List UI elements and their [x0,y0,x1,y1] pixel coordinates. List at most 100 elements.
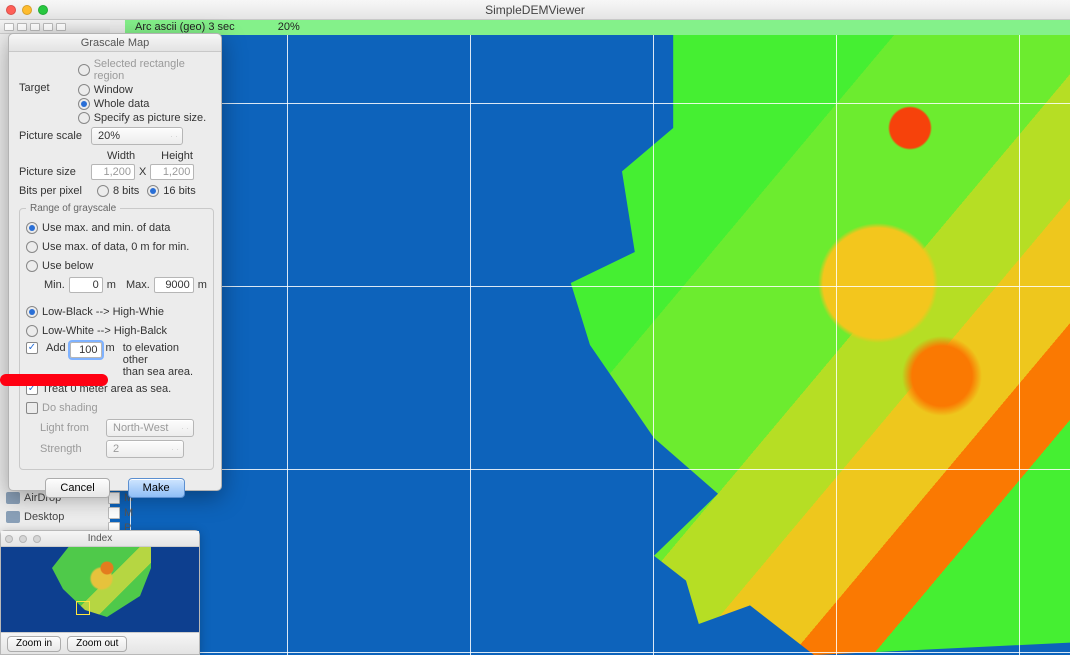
radio-icon[interactable] [147,185,159,197]
option-label: Low-Black --> High-Whie [42,306,164,318]
bpp-label: Bits per pixel [19,185,97,197]
picture-size-label: Picture size [19,166,91,178]
index-map[interactable] [1,547,199,633]
option-label: Selected rectangle region [94,58,211,82]
file-icon [108,507,120,519]
index-window: Index Zoom in Zoom out [0,530,200,655]
toolbar-button[interactable] [30,23,40,31]
range-option-max0[interactable]: Use max. of data, 0 m for min. [26,239,207,255]
add-checkbox[interactable] [26,342,38,354]
grayscale-map-dialog: Grascale Map Target Selected rectangle r… [8,33,222,491]
min-label: Min. [44,279,65,291]
toolbar-button[interactable] [4,23,14,31]
index-footer: Zoom in Zoom out [1,632,199,654]
grid-line [110,652,1070,653]
do-shading-row[interactable]: Do shading [26,400,207,416]
unit-m: m [198,279,207,291]
toolbar-button[interactable] [17,23,27,31]
range-option-maxmin[interactable]: Use max. and min. of data [26,220,207,236]
window-title: SimpleDEMViewer [0,3,1070,17]
height-header: Height [161,150,193,162]
range-legend: Range of grayscale [26,203,120,214]
grid-line [110,286,1070,287]
strength-select[interactable]: 2 [106,440,184,458]
target-option-whole[interactable]: Whole data [78,98,211,110]
zoom-percent-label: 20% [278,21,300,33]
zoom-out-button[interactable]: Zoom out [67,636,127,652]
radio-icon[interactable] [78,112,90,124]
add-value-input[interactable]: 100 [70,342,102,358]
option-label: Low-White --> High-Balck [42,325,167,337]
max-input[interactable]: 9000 [154,277,194,293]
picture-scale-select[interactable]: 20% [91,127,183,145]
bpp-8-option[interactable]: 8 bits [97,185,139,197]
min-input[interactable]: 0 [69,277,103,293]
target-option-rectangle[interactable]: Selected rectangle region [78,58,211,82]
radio-icon[interactable] [26,306,38,318]
option-label: Whole data [94,98,150,110]
option-label: Do shading [42,402,98,414]
desktop-icon [6,511,20,523]
target-option-specify[interactable]: Specify as picture size. [78,112,211,124]
cancel-button[interactable]: Cancel [45,478,109,498]
radio-icon[interactable] [26,260,38,272]
map-canvas[interactable] [110,35,1070,655]
toolbar-button[interactable] [56,23,66,31]
annotation-highlight [0,374,108,386]
grid-line [836,35,837,655]
option-label: Use below [42,260,93,272]
range-fieldset: Range of grayscale Use max. and min. of … [19,203,214,470]
height-input[interactable]: 1,200 [150,164,194,180]
radio-icon[interactable] [26,241,38,253]
zoom-in-button[interactable]: Zoom in [7,636,61,652]
make-button[interactable]: Make [128,478,185,498]
width-header: Width [107,150,135,162]
light-from-label: Light from [40,422,100,434]
sidebar-item-desktop[interactable]: Desktop [6,509,106,525]
main-titlebar[interactable]: SimpleDEMViewer [0,0,1070,20]
width-input[interactable]: 1,200 [91,164,135,180]
grid-line [1019,35,1020,655]
select-value: 20% [98,130,120,142]
index-title: Index [1,533,199,544]
grid-line [110,103,1070,104]
option-label: Window [94,84,133,96]
do-shading-checkbox[interactable] [26,402,38,414]
target-option-window[interactable]: Window [78,84,211,96]
file-label: M [124,507,133,519]
sidebar-item-label: Desktop [24,511,64,523]
max-label: Max. [126,279,150,291]
radio-icon[interactable] [78,98,90,110]
option-label: Use max. and min. of data [42,222,170,234]
strength-label: Strength [40,443,100,455]
select-value: 2 [113,443,119,455]
range-option-below[interactable]: Use below [26,258,207,274]
light-from-select[interactable]: North-West [106,419,194,437]
grid-line [653,35,654,655]
bpp-16-option[interactable]: 16 bits [147,185,195,197]
grid-line [110,469,1070,470]
toolbar-button[interactable] [43,23,53,31]
add-note-line2: than sea area. [123,366,207,378]
index-titlebar[interactable]: Index [1,531,199,547]
list-item[interactable]: M [108,505,188,520]
dialog-title: Grascale Map [9,34,221,52]
unit-m: m [107,279,116,291]
picture-scale-label: Picture scale [19,130,91,142]
radio-icon[interactable] [26,222,38,234]
select-value: North-West [113,422,168,434]
direction-lowblack[interactable]: Low-Black --> High-Whie [26,304,207,320]
index-viewport-rect[interactable] [76,601,90,615]
direction-lowwhite[interactable]: Low-White --> High-Balck [26,323,207,339]
radio-icon[interactable] [26,325,38,337]
option-label: 8 bits [113,185,139,197]
target-radiogroup: Selected rectangle region Window Whole d… [78,58,211,124]
radio-icon[interactable] [78,64,90,76]
option-label: Use max. of data, 0 m for min. [42,241,189,253]
radio-icon[interactable] [78,84,90,96]
option-label: Specify as picture size. [94,112,207,124]
option-label: 16 bits [163,185,195,197]
index-terrain [41,547,151,617]
radio-icon[interactable] [97,185,109,197]
toolbar-peek [0,20,110,34]
